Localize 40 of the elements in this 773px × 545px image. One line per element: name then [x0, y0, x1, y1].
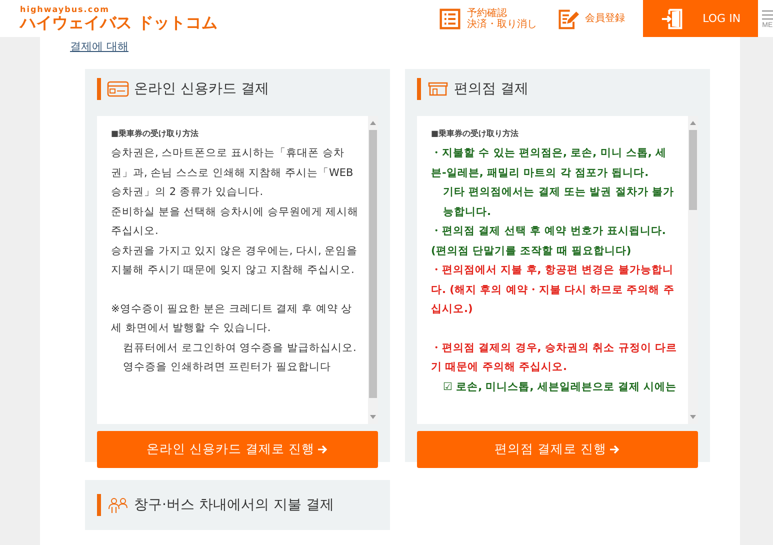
proceed-button[interactable]: 편의점 결제로 진행: [417, 431, 698, 468]
menu-icon: [762, 8, 773, 22]
info-text: 영수증을 인쇄하려면 프린터가 필요합니다: [122, 360, 332, 375]
info-text: ・편의점에서 지불 후, 항공편 변경은 불가능합니다. (해지 후의 예약・지불 다시 하므로 주의해 주십시오.): [431, 263, 676, 317]
proceed-button[interactable]: 온라인 신용카드 결제로 진행: [97, 431, 378, 468]
arrow-icon: [609, 444, 620, 455]
arrow-icon: [317, 444, 328, 455]
box-heading: ■乗車券の受け取り方法: [111, 128, 200, 139]
scroll-up-icon[interactable]: [690, 120, 696, 126]
list-icon: [439, 8, 462, 30]
nav-link[interactable]: 会員登録: [547, 0, 636, 37]
info-text: ・지불할 수 있는 편의점은, 로손, 미니 스톱, 세븐-일레븐, 패밀리 마트의 각 점포가 됩니다.: [431, 146, 668, 180]
card-title: 창구·버스 차내에서의 지불 결제: [134, 496, 334, 514]
note-pen-icon: [557, 8, 580, 30]
credit-card-icon: [107, 81, 129, 97]
scrollbar-thumb[interactable]: [369, 130, 377, 398]
info-text: ☑ 로손, 미니스톱, 세븐일레븐으로 결제 시에는: [442, 380, 678, 394]
info-text: 승차권을 가지고 있지 않은 경우에는, 다시, 운임을 지불해 주시기 때문에 잊지 않고 지참해 주십시오.: [111, 244, 359, 278]
card-title: 편의점 결제: [454, 80, 528, 98]
login-button[interactable]: LOG IN: [643, 0, 758, 37]
scroll-down-icon[interactable]: [690, 414, 696, 420]
box-heading: ■乗車券の受け取り方法: [431, 128, 520, 139]
info-text: ・편의점 결제의 경우, 승차권의 취소 규정이 다르기 때문에 주의해 주십시오.: [431, 340, 678, 375]
info-text: ・편의점 결제 선택 후 예약 번호가 표시됩니다. (편의점 단말기를 조작할 때 필요합니다): [431, 224, 667, 258]
info-text: 준비하실 분을 선택해 승차시에 승무원에게 제시해 주십시오.: [111, 204, 360, 239]
logo-domain: highwaybus.com: [20, 5, 110, 14]
about-link[interactable]: 결제에 대해: [70, 37, 128, 53]
info-text: 컴퓨터에서 로그인하여 영수증을 발급하십시오.: [122, 340, 358, 356]
scroll-up-icon[interactable]: [370, 120, 376, 126]
people-icon: [107, 495, 129, 515]
nav-link[interactable]: 予約確認 決済・取り消し: [429, 0, 548, 37]
info-text: 승차권은, 스마트폰으로 표시하는「휴대폰 승차권」과, 손님 스스로 인쇄해 지참해 주시는「WEB 승차권」의 2 종류가 있습니다.: [111, 146, 354, 200]
card-title: 온라인 신용카드 결제: [134, 80, 269, 98]
store-icon: [427, 81, 449, 97]
site-logo[interactable]: ハイウェイバス ドットコム: [20, 14, 402, 32]
door-icon: [660, 8, 683, 30]
scrollbar-thumb[interactable]: [689, 130, 697, 210]
scroll-down-icon[interactable]: [370, 414, 376, 420]
info-text: ※영수증이 필요한 분은 크레디트 결제 후 예약 상세 화면에서 발행할 수 있습니다.: [111, 302, 354, 336]
info-text: 기타 편의점에서는 결제 또는 발권 절차가 불가능합니다.: [442, 185, 675, 220]
